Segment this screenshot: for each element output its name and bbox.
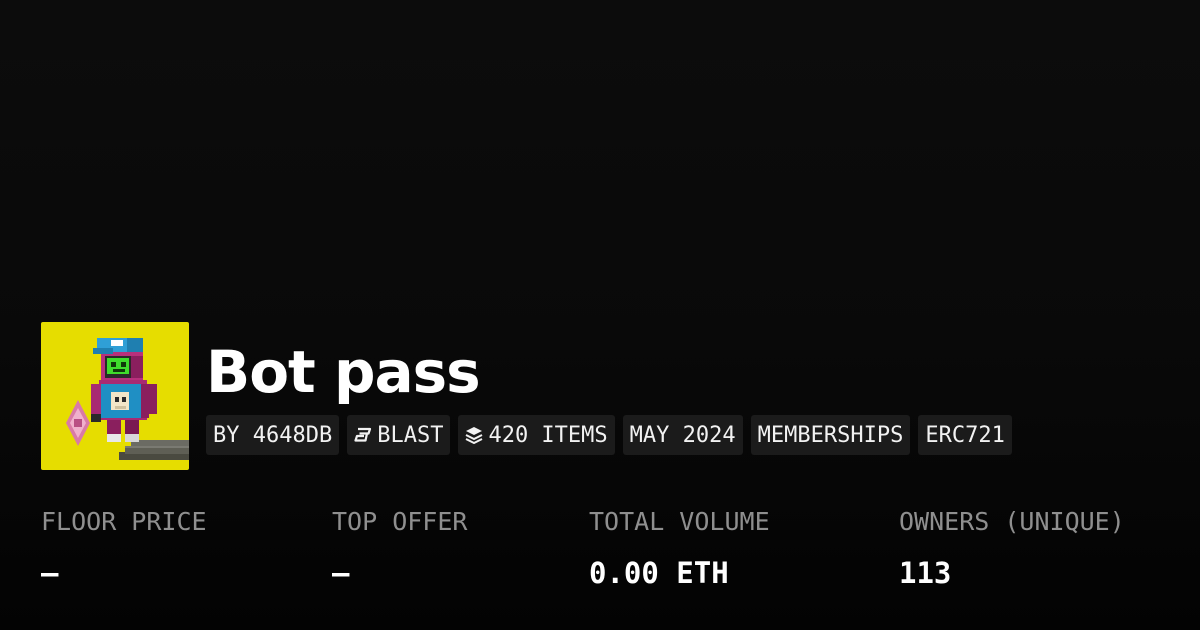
date-badge-label: MAY 2024 xyxy=(629,422,736,448)
category-badge-label: MEMBERSHIPS xyxy=(757,422,904,448)
stat-top-offer: TOP OFFER — xyxy=(332,505,467,593)
standard-badge-label: ERC721 xyxy=(925,422,1005,448)
collection-avatar xyxy=(41,322,189,470)
stat-value: 113 xyxy=(899,556,952,590)
collection-title: Bot pass xyxy=(206,338,481,406)
creator-badge-label: BY 4648DB xyxy=(213,422,333,448)
chain-badge-label: BLAST xyxy=(377,422,444,448)
collection-badges: BY 4648DB BLAST 420 ITEMS MAY 2024 MEMBE… xyxy=(206,415,1012,455)
layers-icon xyxy=(465,426,483,444)
items-badge-label: 420 ITEMS xyxy=(488,422,608,448)
stat-value: — xyxy=(332,556,350,590)
stat-owners: OWNERS (UNIQUE) 113 xyxy=(899,505,1125,593)
pixel-robot-avatar-icon xyxy=(66,338,189,460)
items-badge[interactable]: 420 ITEMS xyxy=(458,415,615,455)
stat-value: — xyxy=(41,556,59,590)
creator-badge[interactable]: BY 4648DB xyxy=(206,415,340,455)
blast-logo-icon xyxy=(354,427,372,443)
stat-label: FLOOR PRICE xyxy=(41,507,207,536)
date-badge: MAY 2024 xyxy=(622,415,743,455)
stat-label: TOP OFFER xyxy=(332,507,468,536)
stat-label: OWNERS (UNIQUE) xyxy=(899,507,1125,536)
stat-value: 0.00 ETH xyxy=(589,556,729,590)
standard-badge: ERC721 xyxy=(918,415,1012,455)
stat-total-volume: TOTAL VOLUME 0.00 ETH xyxy=(589,505,770,593)
stat-floor-price: FLOOR PRICE — xyxy=(41,505,207,593)
category-badge[interactable]: MEMBERSHIPS xyxy=(750,415,911,455)
stat-label: TOTAL VOLUME xyxy=(589,507,770,536)
chain-badge[interactable]: BLAST xyxy=(347,415,451,455)
